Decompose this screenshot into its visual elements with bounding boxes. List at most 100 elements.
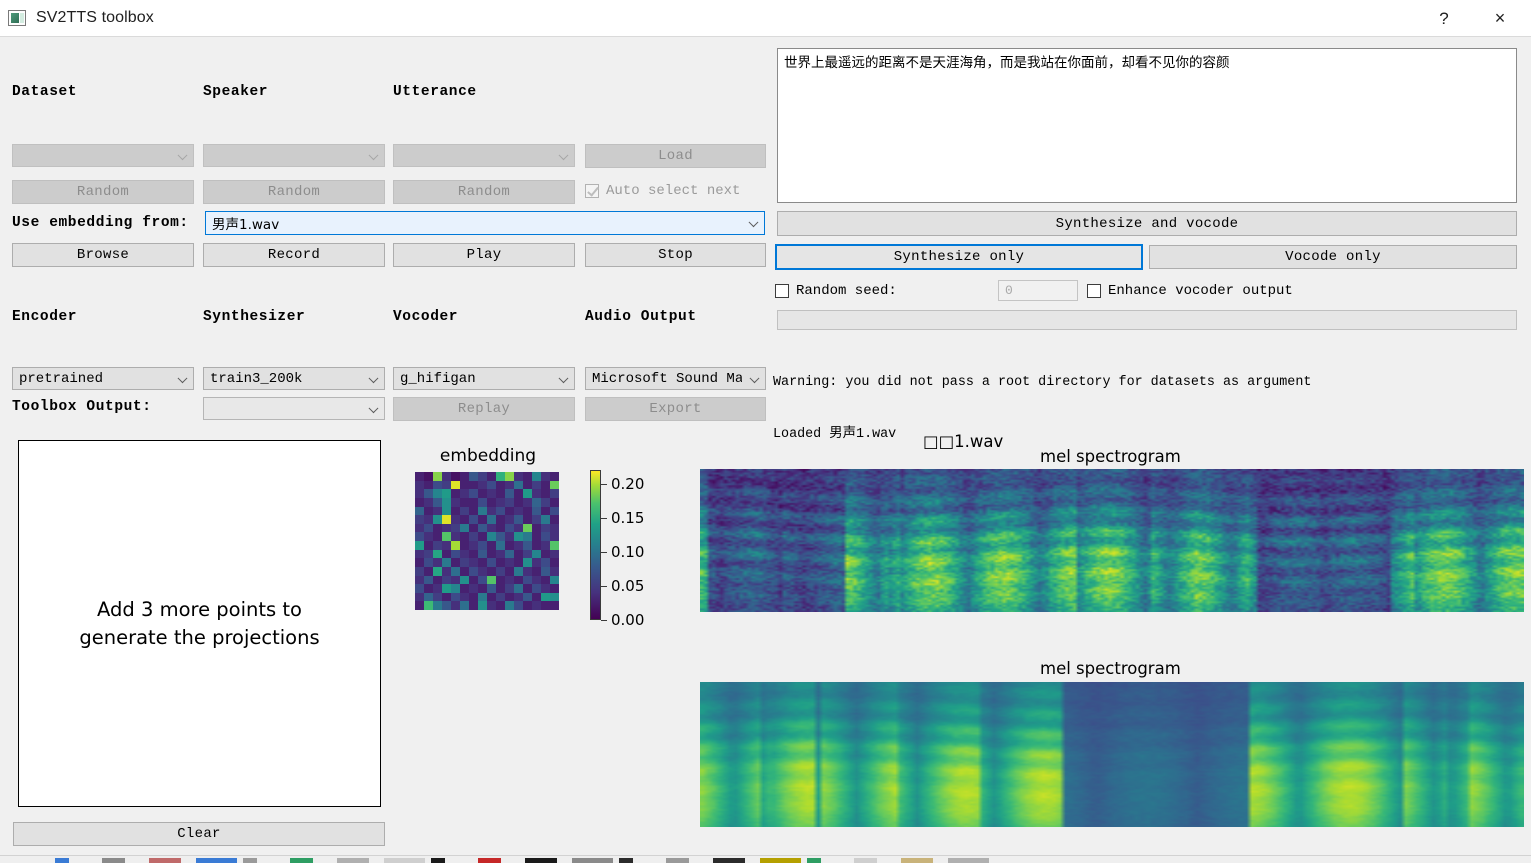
embedding-cell xyxy=(514,532,523,541)
embedding-cell xyxy=(532,524,541,533)
taskbar-item[interactable] xyxy=(901,858,933,863)
embedding-cell xyxy=(541,541,550,550)
random-utterance-button[interactable]: Random xyxy=(393,180,575,204)
synthesize-and-vocode-button[interactable]: Synthesize and vocode xyxy=(777,211,1517,236)
stop-button[interactable]: Stop xyxy=(585,243,766,267)
close-icon[interactable]: × xyxy=(1477,0,1523,37)
synthesis-text-input[interactable]: 世界上最遥远的距离不是天涯海角，而是我站在你面前，却看不见你的容颜 xyxy=(777,48,1517,203)
embedding-cell xyxy=(532,541,541,550)
taskbar-item[interactable] xyxy=(666,858,689,863)
random-speaker-button[interactable]: Random xyxy=(203,180,385,204)
embedding-source-dropdown[interactable]: 男声1.wav xyxy=(205,211,765,235)
embedding-cell xyxy=(505,489,514,498)
browse-button[interactable]: Browse xyxy=(12,243,194,267)
record-button[interactable]: Record xyxy=(203,243,385,267)
toolbox-output-dropdown[interactable] xyxy=(203,397,385,420)
log-line: Warning: you did not pass a root directo… xyxy=(773,374,1528,391)
embedding-cell xyxy=(532,567,541,576)
embedding-cell xyxy=(415,532,424,541)
random-dataset-button[interactable]: Random xyxy=(12,180,194,204)
embedding-cell xyxy=(496,515,505,524)
taskbar-item[interactable] xyxy=(290,858,313,863)
taskbar-item[interactable] xyxy=(149,858,181,863)
embedding-cell xyxy=(424,558,433,567)
taskbar-item[interactable] xyxy=(196,858,237,863)
embedding-cell xyxy=(424,532,433,541)
taskbar-item[interactable] xyxy=(713,858,745,863)
embedding-cell xyxy=(460,541,469,550)
embedding-cell xyxy=(442,481,451,490)
taskbar-item[interactable] xyxy=(337,858,369,863)
taskbar-item[interactable] xyxy=(431,858,445,863)
taskbar-item[interactable] xyxy=(102,858,125,863)
embedding-cell xyxy=(433,507,442,516)
taskbar-item[interactable] xyxy=(948,858,989,863)
embedding-cell xyxy=(433,472,442,481)
audio-output-dropdown[interactable]: Microsoft Sound Mapp xyxy=(585,367,766,390)
embedding-cell xyxy=(442,601,451,610)
checkbox-box xyxy=(585,184,599,198)
embedding-cell xyxy=(496,558,505,567)
load-button[interactable]: Load xyxy=(585,144,766,168)
random-seed-input[interactable]: 0 xyxy=(998,280,1078,301)
taskbar-item[interactable] xyxy=(384,858,425,863)
vocode-only-button[interactable]: Vocode only xyxy=(1149,245,1517,269)
mel-spectrogram-1 xyxy=(700,469,1524,612)
synthesizer-dropdown[interactable]: train3_200k xyxy=(203,367,385,390)
embedding-cell xyxy=(532,558,541,567)
export-button[interactable]: Export xyxy=(585,397,766,421)
checkbox-box xyxy=(1087,284,1101,298)
colorbar-tick-label: 0.20 xyxy=(611,475,644,493)
embedding-cell xyxy=(541,558,550,567)
embedding-cell xyxy=(532,593,541,602)
projections-placeholder-line1: Add 3 more points to xyxy=(79,596,319,624)
embedding-cell xyxy=(487,515,496,524)
embedding-cell xyxy=(460,472,469,481)
colorbar-tick-label: 0.05 xyxy=(611,577,644,595)
embedding-cell xyxy=(451,567,460,576)
taskbar-item[interactable] xyxy=(478,858,501,863)
embedding-cell xyxy=(496,601,505,610)
taskbar-item[interactable] xyxy=(854,858,877,863)
random-seed-checkbox[interactable]: Random seed: xyxy=(775,283,897,299)
embedding-cell xyxy=(424,584,433,593)
clear-button[interactable]: Clear xyxy=(13,822,385,846)
embedding-cell xyxy=(487,567,496,576)
embedding-cell xyxy=(469,481,478,490)
replay-button[interactable]: Replay xyxy=(393,397,575,421)
taskbar-item[interactable] xyxy=(807,858,821,863)
auto-select-next-checkbox[interactable]: Auto select next xyxy=(585,183,740,199)
enhance-vocoder-output-checkbox[interactable]: Enhance vocoder output xyxy=(1087,283,1293,299)
embedding-cell xyxy=(478,489,487,498)
embedding-cell xyxy=(469,489,478,498)
chevron-down-icon xyxy=(750,373,760,383)
colorbar-tick xyxy=(601,552,607,553)
projections-plot[interactable]: Add 3 more points to generate the projec… xyxy=(18,440,381,807)
embedding-cell xyxy=(505,507,514,516)
play-button[interactable]: Play xyxy=(393,243,575,267)
embedding-cell xyxy=(505,481,514,490)
embedding-cell xyxy=(550,567,559,576)
embedding-cell xyxy=(505,532,514,541)
embedding-cell xyxy=(478,472,487,481)
utterance-dropdown[interactable] xyxy=(393,144,575,167)
encoder-dropdown[interactable]: pretrained xyxy=(12,367,194,390)
embedding-cell xyxy=(451,593,460,602)
taskbar-item[interactable] xyxy=(525,858,557,863)
vocoder-dropdown[interactable]: g_hifigan xyxy=(393,367,575,390)
embedding-cell xyxy=(514,472,523,481)
taskbar-item[interactable] xyxy=(760,858,801,863)
synthesize-only-button[interactable]: Synthesize only xyxy=(775,244,1143,270)
dataset-dropdown[interactable] xyxy=(12,144,194,167)
embedding-cell xyxy=(487,558,496,567)
speaker-dropdown[interactable] xyxy=(203,144,385,167)
embedding-cell xyxy=(487,472,496,481)
mel-spectrogram-2 xyxy=(700,682,1524,827)
auto-select-next-label: Auto select next xyxy=(606,183,740,199)
help-icon[interactable]: ? xyxy=(1421,0,1467,37)
taskbar-item[interactable] xyxy=(55,858,69,863)
taskbar-item[interactable] xyxy=(243,858,257,863)
taskbar-item[interactable] xyxy=(619,858,633,863)
embedding-cell xyxy=(415,524,424,533)
taskbar-item[interactable] xyxy=(572,858,613,863)
